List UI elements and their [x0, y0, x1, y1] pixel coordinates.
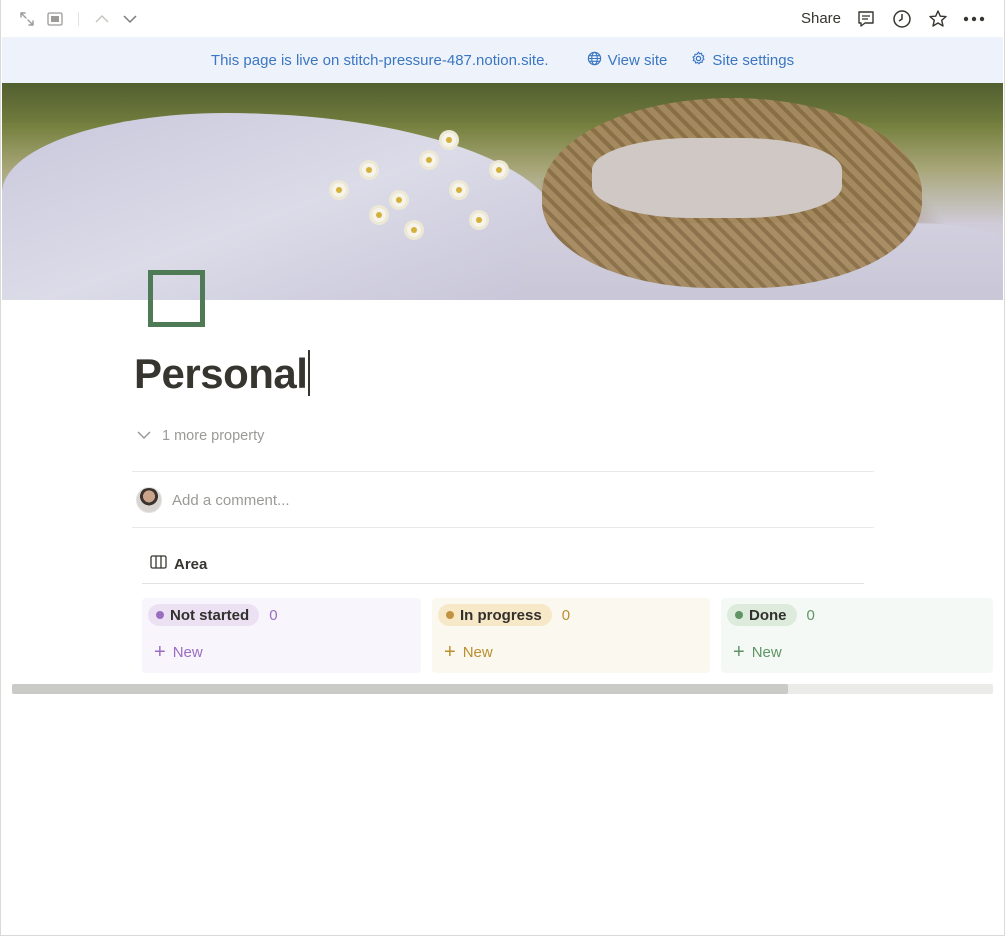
chevron-down-icon: [136, 428, 152, 444]
plus-icon: +: [444, 641, 456, 663]
column-count: 0: [561, 606, 571, 624]
plus-icon: +: [733, 641, 745, 663]
site-settings-link[interactable]: Site settings: [691, 51, 794, 70]
banner-message: This page is live on stitch-pressure-487…: [210, 51, 549, 69]
status-label: In progress: [460, 606, 542, 624]
add-comment-input[interactable]: Add a comment...: [136, 487, 290, 513]
site-live-banner: This page is live on stitch-pressure-487…: [2, 37, 1003, 83]
page-title[interactable]: Personal: [134, 350, 310, 398]
status-dot: [156, 611, 164, 619]
view-site-link[interactable]: View site: [587, 51, 668, 70]
plus-icon: +: [154, 641, 166, 663]
status-dot: [735, 611, 743, 619]
status-pill[interactable]: In progress: [438, 604, 552, 626]
divider: [132, 471, 874, 472]
divider: [132, 527, 874, 528]
view-tab-label: Area: [174, 555, 208, 573]
more-property-label: 1 more property: [162, 428, 265, 444]
status-pill[interactable]: Not started: [148, 604, 260, 626]
gear-icon: [691, 51, 706, 70]
new-label: New: [751, 643, 782, 661]
status-dot: [446, 611, 454, 619]
comment-placeholder: Add a comment...: [172, 491, 290, 509]
text-cursor: [308, 350, 310, 396]
view-tab-divider: [142, 583, 864, 584]
new-card-button[interactable]: + New: [733, 642, 782, 662]
chevron-up-icon[interactable]: [91, 8, 113, 30]
star-icon[interactable]: [927, 8, 949, 30]
cover-image[interactable]: [2, 83, 1003, 300]
board-icon: [150, 555, 167, 573]
new-label: New: [462, 643, 493, 661]
column-count: 0: [806, 606, 815, 624]
share-button[interactable]: Share: [801, 10, 841, 27]
toolbar-separator: [78, 11, 79, 26]
top-bar: Share: [0, 0, 1003, 37]
column-count: 0: [269, 606, 278, 624]
peek-mode-icon[interactable]: [44, 8, 66, 30]
status-label: Done: [749, 606, 787, 624]
site-settings-label: Site settings: [712, 51, 795, 69]
comment-icon[interactable]: [855, 8, 877, 30]
board-column-in-progress: In progress 0 + New: [432, 598, 710, 673]
status-label: Not started: [170, 606, 250, 624]
more-icon[interactable]: [963, 8, 985, 30]
status-pill[interactable]: Done: [727, 604, 797, 626]
more-property-toggle[interactable]: 1 more property: [136, 428, 264, 444]
view-site-label: View site: [607, 51, 668, 69]
new-label: New: [172, 643, 203, 661]
cover-basket-inside: [592, 138, 842, 218]
new-card-button[interactable]: + New: [154, 642, 203, 662]
chevron-down-icon[interactable]: [119, 8, 141, 30]
expand-icon[interactable]: [16, 8, 38, 30]
board-column-done: Done 0 + New: [721, 598, 993, 673]
avatar: [136, 487, 162, 513]
globe-icon: [587, 51, 602, 70]
history-icon[interactable]: [891, 8, 913, 30]
horizontal-scrollbar-thumb[interactable]: [12, 684, 788, 694]
new-card-button[interactable]: + New: [444, 642, 493, 662]
board-column-not-started: Not started 0 + New: [142, 598, 421, 673]
page-icon-square[interactable]: [148, 270, 205, 327]
cover-flowers: [312, 123, 532, 243]
view-tab-area[interactable]: Area: [150, 555, 207, 573]
